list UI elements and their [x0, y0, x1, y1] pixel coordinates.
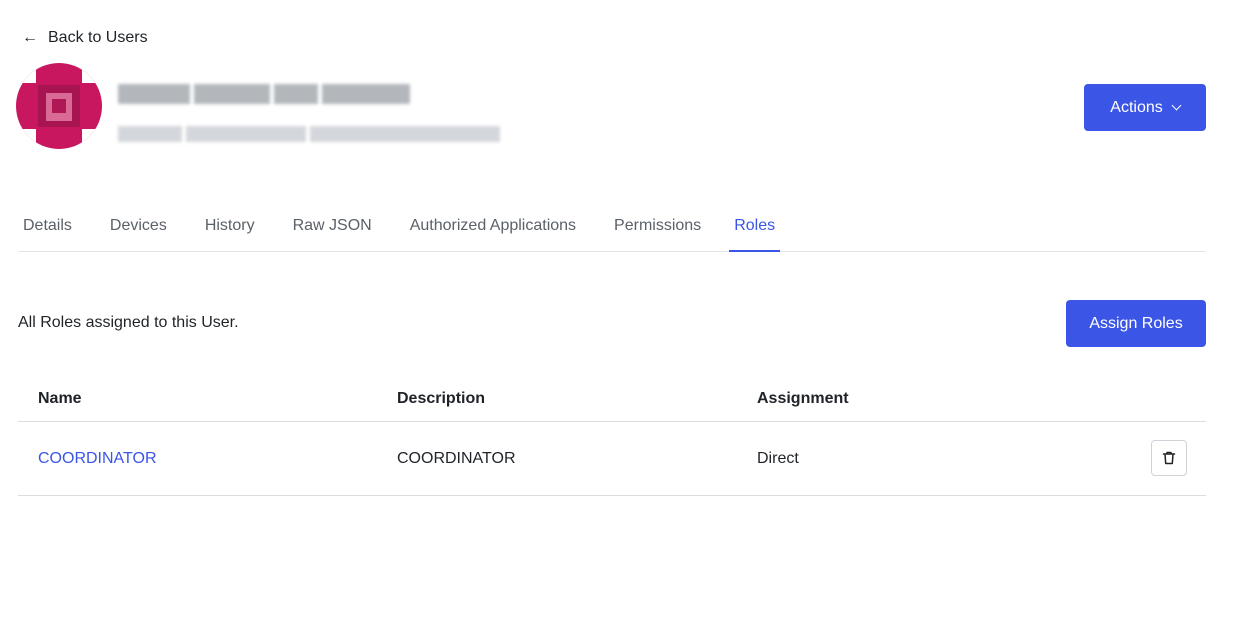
tab-details[interactable]: Details — [18, 200, 77, 251]
back-link-label: Back to Users — [48, 29, 148, 46]
actions-button-label: Actions — [1110, 98, 1163, 116]
role-assignment: Direct — [757, 449, 799, 467]
trash-icon — [1162, 451, 1176, 465]
actions-button[interactable]: Actions — [1084, 84, 1206, 131]
tab-devices-label: Devices — [109, 216, 167, 234]
avatar — [16, 63, 102, 149]
user-email-redacted — [118, 120, 512, 148]
role-description: COORDINATOR — [397, 449, 516, 467]
tab-roles-label: Roles — [734, 216, 776, 234]
back-to-users-link[interactable]: ← Back to Users — [22, 27, 148, 49]
table-row: COORDINATOR COORDINATOR Direct — [18, 422, 1206, 496]
tab-details-label: Details — [23, 216, 72, 234]
user-name-redacted — [118, 80, 416, 108]
tab-authorized-applications[interactable]: Authorized Applications — [405, 200, 581, 251]
tab-roles[interactable]: Roles — [720, 200, 789, 252]
tab-raw-json-label: Raw JSON — [292, 216, 372, 234]
roles-description: All Roles assigned to this User. — [18, 314, 239, 331]
role-name-link[interactable]: COORDINATOR — [38, 450, 157, 468]
assign-roles-button[interactable]: Assign Roles — [1066, 300, 1206, 347]
delete-role-button[interactable] — [1151, 440, 1187, 476]
tab-history[interactable]: History — [200, 200, 260, 251]
tab-authorized-applications-label: Authorized Applications — [409, 216, 577, 234]
tab-permissions-label: Permissions — [614, 216, 702, 234]
column-header-assignment: Assignment — [757, 389, 849, 407]
column-header-description: Description — [397, 389, 486, 407]
user-tabs: Details Devices History Raw JSON Authori… — [18, 200, 1206, 252]
chevron-down-icon — [1171, 100, 1182, 111]
tab-permissions[interactable]: Permissions — [609, 200, 706, 251]
tab-devices[interactable]: Devices — [105, 200, 172, 251]
tab-raw-json[interactable]: Raw JSON — [288, 200, 377, 251]
tab-history-label: History — [204, 216, 255, 234]
column-header-name: Name — [38, 389, 82, 407]
arrow-left-icon: ← — [22, 29, 38, 46]
table-header: Name Description Assignment — [18, 376, 1206, 422]
roles-table: Name Description Assignment COORDINATOR … — [18, 376, 1206, 496]
